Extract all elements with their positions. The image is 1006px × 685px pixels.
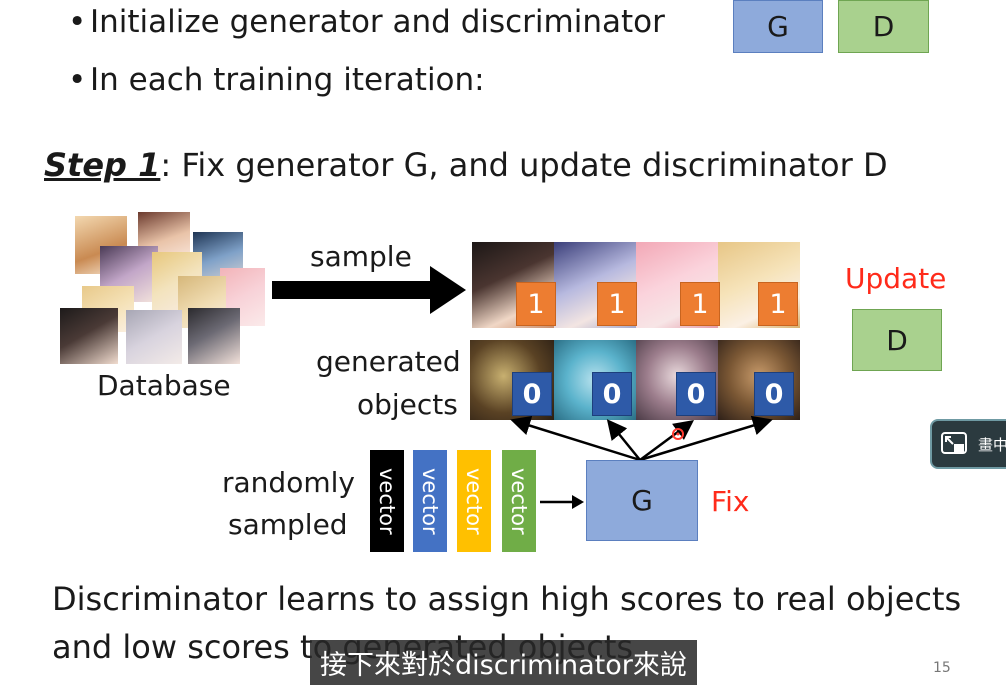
bullet-text: In each training iteration: [90,62,485,98]
vector-blue: vector [413,450,447,552]
real-score-badge: 1 [680,282,720,326]
generated-label-line2: objects [357,388,458,421]
vector-to-generator-arrow [540,495,584,509]
generated-label-line1: generated [316,345,461,378]
conclusion-line1: Discriminator learns to assign high scor… [52,580,962,618]
bullet-iteration: • In each training iteration: [68,62,485,98]
legend-generator-box: G [733,0,823,53]
vector-label: vector [375,467,399,535]
discriminator-box: D [852,309,942,371]
pointer-marker [672,428,684,440]
picture-in-picture-button[interactable]: 畫中 [930,419,1006,469]
vector-green: vector [502,450,536,552]
update-label: Update [845,262,947,295]
database-face-image [126,310,182,364]
randomly-label-line2: sampled [228,508,348,541]
vector-label: vector [507,467,531,535]
generator-box: G [586,460,698,541]
sample-arrow [272,266,466,314]
real-score-badge: 1 [516,282,556,326]
database-face-image [188,308,240,364]
fix-label: Fix [711,485,750,518]
picture-in-picture-icon [941,432,967,454]
video-subtitle: 接下來對於discriminator來說 [310,640,697,685]
step-text: : Fix generator G, and update discrimina… [160,146,888,184]
vector-label: vector [462,467,486,535]
page-number: 15 [933,660,951,676]
step-title: Step 1: Fix generator G, and update disc… [44,146,888,184]
bullet-initialize: • Initialize generator and discriminator [68,4,665,40]
real-score-badge: 1 [758,282,798,326]
step-label: Step 1 [44,146,161,184]
database-face-image [60,308,118,364]
database-label: Database [97,369,231,402]
bullet-dot: • [68,4,87,40]
database-image-collage [60,212,265,367]
vector-yellow: vector [457,450,491,552]
picture-in-picture-label: 畫中 [978,435,1006,454]
bullet-dot: • [68,62,87,98]
vector-label: vector [418,467,442,535]
bullet-text: Initialize generator and discriminator [90,4,665,40]
legend-discriminator-box: D [838,0,929,53]
randomly-label-line1: randomly [222,466,355,499]
vector-black: vector [370,450,404,552]
real-score-badge: 1 [597,282,637,326]
